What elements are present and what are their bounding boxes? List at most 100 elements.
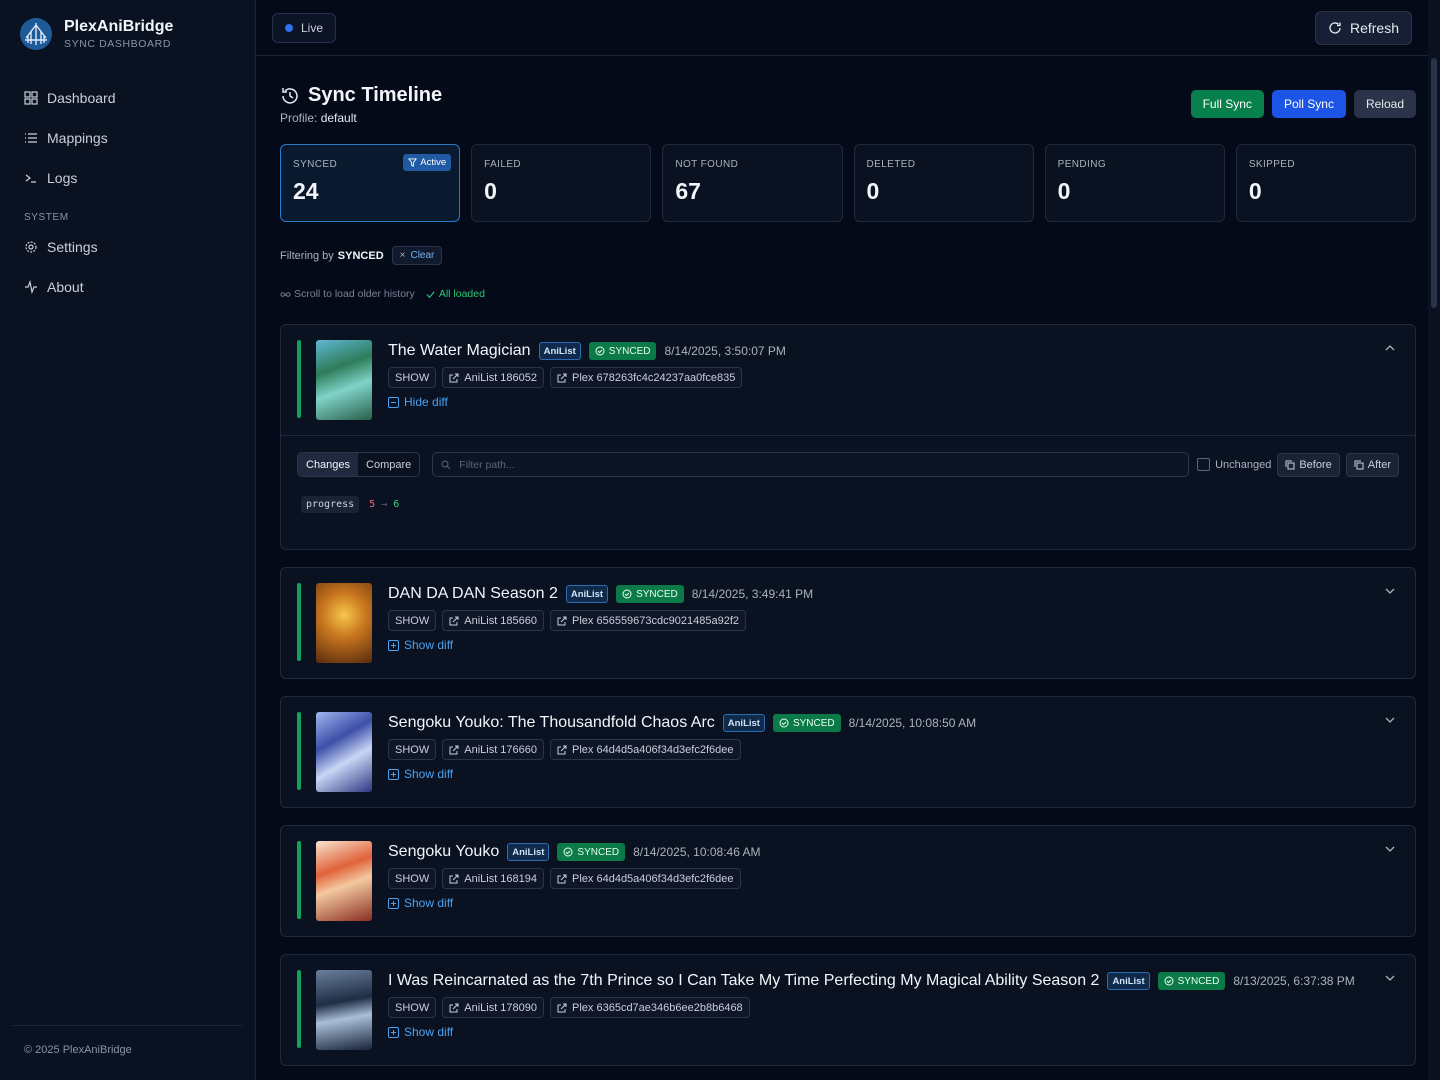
diff-new-value: 6	[393, 499, 400, 510]
external-link-icon	[449, 874, 459, 883]
anilist-link-label: AniList 168194	[464, 872, 538, 885]
entry-title[interactable]: Sengoku Youko	[388, 843, 499, 861]
media-type-chip: SHOW	[388, 367, 437, 388]
source-badge: AniList	[1107, 972, 1150, 990]
brand-subtitle: SYNC DASHBOARD	[64, 38, 172, 50]
show-diff-button[interactable]: Show diff	[388, 1025, 1355, 1039]
stat-synced[interactable]: SYNCED 24 Active	[280, 144, 461, 222]
status-badge: SYNCED	[557, 843, 626, 861]
timestamp: 8/14/2025, 10:08:46 AM	[633, 845, 761, 859]
plex-link[interactable]: Plex 6365cd7ae346b6ee2b8b6468	[550, 997, 750, 1018]
copy-after-button[interactable]: After	[1345, 452, 1399, 477]
sidebar-item-dashboard[interactable]: Dashboard	[0, 78, 255, 118]
stat-failed[interactable]: FAILED 0	[471, 144, 652, 222]
anilist-link-label: AniList 178090	[464, 1001, 538, 1014]
stat-value: 24	[293, 178, 319, 204]
plex-link-label: Plex 656559673cdc9021485a92f2	[572, 614, 739, 627]
stat-not-found[interactable]: NOT FOUND 67	[662, 144, 843, 222]
sidebar-item-about[interactable]: About	[0, 267, 255, 307]
plex-link[interactable]: Plex 678263fc4c24237aa0fce835	[550, 367, 743, 388]
brand[interactable]: PlexAniBridge SYNC DASHBOARD	[0, 0, 255, 68]
sidebar-item-label: Logs	[47, 170, 78, 186]
hide-diff-button[interactable]: Hide diff	[388, 395, 786, 409]
chevron-down-icon[interactable]	[1383, 971, 1397, 985]
timeline-header: Sync Timeline Profile: default Full Sync…	[280, 84, 1416, 125]
stat-label: PENDING	[1057, 159, 1107, 170]
reload-button[interactable]: Reload	[1353, 90, 1416, 118]
show-diff-button[interactable]: Show diff	[388, 638, 813, 652]
entry-title[interactable]: I Was Reincarnated as the 7th Prince so …	[388, 972, 1099, 990]
timeline-actions: Full Sync Poll Sync Reload	[1190, 90, 1416, 118]
poster-image[interactable]	[316, 970, 372, 1050]
stat-pending[interactable]: PENDING 0	[1044, 144, 1225, 222]
poster-image[interactable]	[316, 841, 372, 921]
copy-icon	[1285, 460, 1295, 469]
external-link-icon	[557, 745, 567, 754]
poster-image[interactable]	[316, 583, 372, 663]
media-type-chip: SHOW	[388, 739, 437, 760]
status-label: SYNCED	[577, 846, 620, 858]
sidebar-item-settings[interactable]: Settings	[0, 227, 255, 267]
copy-before-button[interactable]: Before	[1277, 452, 1340, 477]
diff-old-value: 5	[369, 499, 376, 510]
stat-value: 0	[1057, 178, 1071, 204]
chevron-down-icon[interactable]	[1383, 842, 1397, 856]
stat-deleted[interactable]: DELETED 0	[853, 144, 1034, 222]
close-icon: ×	[399, 250, 406, 261]
unchanged-toggle[interactable]: Unchanged	[1197, 458, 1271, 471]
refresh-button[interactable]: Refresh	[1314, 10, 1412, 45]
tab-compare[interactable]: Compare	[358, 453, 419, 476]
tab-changes[interactable]: Changes	[298, 453, 359, 476]
filter-value: SYNCED	[337, 249, 384, 262]
anilist-link[interactable]: AniList 176660	[442, 739, 545, 760]
gear-icon	[25, 241, 37, 253]
live-dot-icon	[285, 23, 293, 32]
check-circle-icon	[779, 718, 789, 728]
plex-link-label: Plex 64d4d5a406f34d3efc2f6dee	[572, 872, 734, 885]
external-link-icon	[557, 874, 567, 883]
live-indicator[interactable]: Live	[272, 12, 337, 43]
clear-filter-button[interactable]: × Clear	[391, 246, 443, 265]
entry-title[interactable]: Sengoku Youko: The Thousandfold Chaos Ar…	[388, 714, 715, 732]
poster-image[interactable]	[316, 712, 372, 792]
timeline-entry: Sengoku Youko AniList SYNCED 8/14/2025, …	[280, 825, 1416, 937]
anilist-link[interactable]: AniList 178090	[442, 997, 545, 1018]
scrollbar-thumb[interactable]	[1431, 58, 1437, 308]
unchanged-checkbox[interactable]	[1197, 458, 1211, 471]
filter-path-input[interactable]	[459, 458, 1181, 471]
plex-link[interactable]: Plex 64d4d5a406f34d3efc2f6dee	[550, 868, 741, 889]
chevron-up-icon[interactable]	[1383, 341, 1397, 355]
poll-sync-button[interactable]: Poll Sync	[1271, 90, 1346, 118]
full-sync-button[interactable]: Full Sync	[1190, 90, 1264, 118]
anilist-link[interactable]: AniList 185660	[442, 610, 545, 631]
refresh-icon	[1329, 21, 1341, 34]
sidebar-item-mappings[interactable]: Mappings	[0, 118, 255, 158]
chevron-down-icon[interactable]	[1383, 584, 1397, 598]
entry-title[interactable]: The Water Magician	[388, 342, 531, 360]
anilist-link[interactable]: AniList 186052	[442, 367, 545, 388]
profile-label: Profile:	[280, 111, 318, 125]
anilist-link[interactable]: AniList 168194	[442, 868, 545, 889]
filter-icon	[408, 158, 418, 167]
scrollbar[interactable]	[1428, 0, 1440, 1080]
poster-image[interactable]	[316, 340, 372, 420]
timestamp: 8/14/2025, 3:50:07 PM	[664, 344, 786, 358]
plex-link[interactable]: Plex 64d4d5a406f34d3efc2f6dee	[550, 739, 741, 760]
external-link-icon	[449, 373, 459, 382]
check-circle-icon	[595, 346, 605, 356]
topbar: Live Refresh	[256, 0, 1440, 56]
profile-line: Profile: default	[280, 111, 442, 125]
status-badge: SYNCED	[772, 714, 841, 732]
diff-path: progress	[301, 496, 360, 513]
plex-link[interactable]: Plex 656559673cdc9021485a92f2	[550, 610, 746, 631]
entry-title[interactable]: DAN DA DAN Season 2	[388, 585, 558, 603]
sidebar-item-logs[interactable]: Logs	[0, 158, 255, 198]
history-hint: Scroll to load older history All loaded	[280, 288, 1416, 300]
stat-skipped[interactable]: SKIPPED 0	[1235, 144, 1416, 222]
external-link-icon	[449, 616, 459, 625]
chevron-down-icon[interactable]	[1383, 713, 1397, 727]
external-link-icon	[557, 1003, 567, 1012]
show-diff-button[interactable]: Show diff	[388, 767, 976, 781]
anilist-link-label: AniList 185660	[464, 614, 538, 627]
show-diff-button[interactable]: Show diff	[388, 896, 761, 910]
